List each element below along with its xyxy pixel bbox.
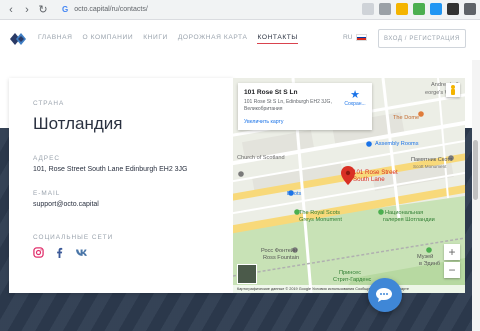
reload-icon[interactable]: ↻: [36, 3, 50, 17]
chat-button[interactable]: [368, 278, 402, 312]
map-info-card: 101 Rose St S Ln 101 Rose St S Ln, Edinb…: [238, 83, 372, 130]
nav-about[interactable]: О КОМПАНИИ: [82, 34, 133, 44]
map-label: Национальная: [385, 210, 424, 216]
bookmark-extension-icon[interactable]: [379, 3, 391, 15]
site-header: ГЛАВНАЯ О КОМПАНИИ КНИГИ ДОРОЖНАЯ КАРТА …: [0, 20, 480, 60]
back-icon[interactable]: ‹: [4, 3, 18, 17]
main-nav: ГЛАВНАЯ О КОМПАНИИ КНИГИ ДОРОЖНАЯ КАРТА …: [38, 34, 298, 44]
contact-card: СТРАНА Шотландия АДРЕС 101, Rose Street …: [9, 78, 233, 293]
nav-books[interactable]: КНИГИ: [143, 34, 168, 44]
forward-icon[interactable]: ›: [20, 3, 34, 17]
map-label: Росс Фонтейн: [261, 248, 298, 254]
heart-extension-icon[interactable]: [447, 3, 459, 15]
nav-contacts[interactable]: КОНТАКТЫ: [257, 34, 298, 44]
address-bar[interactable]: G octo.capital/ru/contacts/: [62, 3, 362, 17]
star-extension-icon[interactable]: [396, 3, 408, 15]
map-label: Стрит-Гарденс: [333, 277, 372, 283]
country-label: СТРАНА: [33, 100, 65, 107]
browser-toolbar: ‹ › ↻ G octo.capital/ru/contacts/: [0, 0, 480, 20]
enlarge-map-link[interactable]: Увеличить карту: [244, 119, 284, 125]
map-label: Музей: [417, 254, 434, 260]
social-label: СОЦИАЛЬНЫЕ СЕТИ: [33, 234, 114, 241]
map-label: Ross Fountain: [263, 255, 300, 261]
country-name: Шотландия: [33, 114, 123, 133]
map-label: Scott Monument: [413, 164, 447, 169]
map-label: Boots: [287, 191, 302, 197]
map-satellite-toggle[interactable]: [237, 264, 257, 284]
email-link[interactable]: support@octo.capital: [33, 201, 99, 208]
map-label: галерея Шотландии: [383, 217, 435, 223]
map-label: Assembly Rooms: [375, 141, 419, 147]
login-register-button[interactable]: ВХОД / РЕГИСТРАЦИЯ: [378, 29, 466, 48]
page-scrollbar[interactable]: [472, 60, 480, 331]
address-value: 101, Rose Street South Lane Edinburgh EH…: [33, 166, 188, 173]
map-label: Памятник Скотт: [411, 157, 453, 163]
vk-icon[interactable]: [75, 247, 89, 258]
chat-bubbles-icon: [376, 288, 392, 302]
place-address: 101 Rose St S Ln, Edinburgh EH2 3JG, Вел…: [244, 99, 332, 112]
language-code: RU: [343, 34, 353, 41]
screenshot-extension-icon[interactable]: [362, 3, 374, 15]
android-extension-icon[interactable]: [413, 3, 425, 15]
star-icon: ★: [350, 89, 360, 101]
search-engine-icon: G: [62, 5, 69, 14]
scroll-thumb[interactable]: [473, 140, 478, 200]
email-label: E-MAIL: [33, 190, 61, 197]
zoom-out-button[interactable]: −: [444, 262, 460, 278]
map-label: в Эдинб: [419, 261, 441, 267]
facebook-icon[interactable]: [54, 247, 65, 258]
logo-icon[interactable]: [8, 31, 28, 47]
save-place-button[interactable]: ★ Сохран...: [342, 88, 368, 107]
social-links: [33, 247, 89, 258]
url-text: octo.capital/ru/contacts/: [74, 6, 148, 13]
address-label: АДРЕС: [33, 155, 60, 162]
russia-flag-icon: [355, 34, 367, 41]
nav-roadmap[interactable]: ДОРОЖНАЯ КАРТА: [178, 34, 248, 44]
google-map[interactable]: Andrew's & eorge's West The Dome Church …: [233, 78, 465, 293]
map-label: Greys Monument: [299, 217, 342, 223]
map-label: The Dome: [393, 115, 420, 121]
street-view-icon[interactable]: [446, 83, 460, 97]
nav-home[interactable]: ГЛАВНАЯ: [38, 34, 72, 44]
extension-icons: [362, 3, 476, 15]
pin-label: 101 Rose Street South Lane: [353, 169, 398, 183]
map-attribution: Картографические данные © 2019 Google Ус…: [233, 285, 465, 293]
menu-extension-icon[interactable]: [464, 3, 476, 15]
map-label: Принсес: [339, 270, 362, 276]
map-label: Church of Scotland: [237, 155, 285, 161]
place-title: 101 Rose St S Ln: [244, 89, 298, 96]
language-selector[interactable]: RU: [343, 34, 367, 41]
instagram-icon[interactable]: [33, 247, 44, 258]
zoom-in-button[interactable]: +: [444, 244, 460, 260]
blue-extension-icon[interactable]: [430, 3, 442, 15]
map-label: The Royal Scots: [299, 210, 341, 216]
